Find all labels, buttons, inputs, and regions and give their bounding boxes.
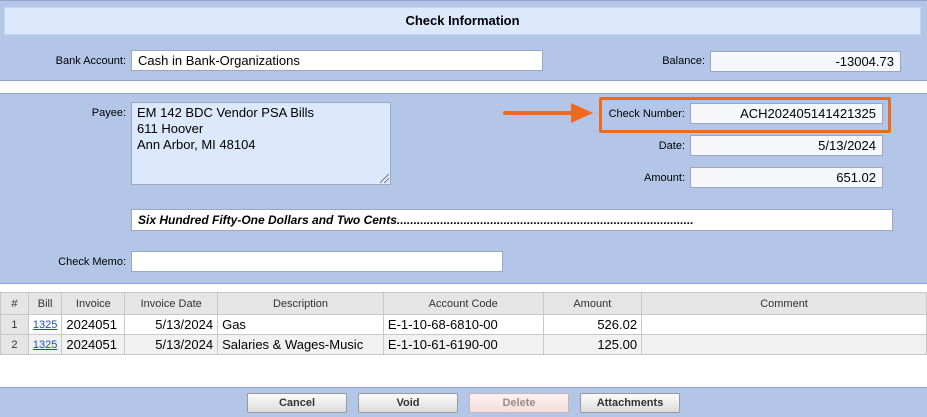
- action-bar: Cancel Void Delete Attachments: [0, 387, 927, 417]
- bank-account-label: Bank Account:: [55, 55, 126, 67]
- page-title: Check Information: [4, 7, 921, 35]
- balance-field: -13004.73: [710, 51, 901, 72]
- description-cell: Gas: [217, 314, 384, 335]
- table-row[interactable]: 1 1325 2024051 5/13/2024 Gas E-1-10-68-6…: [0, 314, 927, 335]
- bill-link[interactable]: 1325: [33, 319, 57, 331]
- amount-cell: 125.00: [542, 334, 643, 355]
- date-field[interactable]: 5/13/2024: [690, 135, 883, 156]
- col-header-amount[interactable]: Amount: [542, 292, 643, 315]
- col-header-invoice-date[interactable]: Invoice Date: [124, 292, 219, 315]
- bill-link[interactable]: 1325: [33, 339, 57, 351]
- delete-button[interactable]: Delete: [469, 393, 569, 413]
- col-header-invoice[interactable]: Invoice: [61, 292, 126, 315]
- check-memo-field[interactable]: [131, 251, 503, 272]
- bill-link-cell: 1325: [27, 334, 63, 355]
- account-code-cell: E-1-10-68-6810-00: [382, 314, 544, 335]
- col-header-number[interactable]: #: [0, 292, 29, 315]
- void-button[interactable]: Void: [358, 393, 458, 413]
- cancel-button[interactable]: Cancel: [247, 393, 347, 413]
- check-info-header-panel: Check Information Bank Account: Cash in …: [0, 0, 927, 81]
- col-header-bill[interactable]: Bill: [27, 292, 63, 315]
- table-header-row: # Bill Invoice Invoice Date Description …: [0, 292, 927, 315]
- amount-cell: 526.02: [542, 314, 643, 335]
- table-row[interactable]: 2 1325 2024051 5/13/2024 Salaries & Wage…: [0, 334, 927, 355]
- resize-handle-icon[interactable]: [380, 174, 389, 183]
- invoice-cell: 2024051: [61, 314, 126, 335]
- invoice-date-cell: 5/13/2024: [124, 334, 219, 355]
- bank-account-field[interactable]: Cash in Bank-Organizations: [131, 50, 543, 71]
- col-header-account-code[interactable]: Account Code: [382, 292, 544, 315]
- payee-textarea[interactable]: EM 142 BDC Vendor PSA Bills 611 Hoover A…: [131, 102, 391, 185]
- arrow-right-icon: [503, 103, 593, 123]
- bill-link-cell: 1325: [27, 314, 63, 335]
- check-memo-label: Check Memo:: [58, 256, 126, 268]
- check-number-label: Check Number:: [608, 108, 685, 120]
- col-header-comment[interactable]: Comment: [641, 292, 927, 315]
- amount-in-words: Six Hundred Fifty-One Dollars and Two Ce…: [131, 209, 893, 231]
- balance-label: Balance:: [662, 55, 705, 67]
- row-number: 1: [0, 314, 29, 335]
- invoice-date-cell: 5/13/2024: [124, 314, 219, 335]
- comment-cell: [641, 334, 927, 355]
- check-number-field: ACH202405141421325: [690, 103, 883, 124]
- col-header-description[interactable]: Description: [217, 292, 384, 315]
- amount-field[interactable]: 651.02: [690, 167, 883, 188]
- payee-line-2: 611 Hoover: [137, 121, 204, 136]
- description-cell: Salaries & Wages-Music: [217, 334, 384, 355]
- date-label: Date:: [658, 140, 685, 152]
- payee-line-1: EM 142 BDC Vendor PSA Bills: [137, 105, 315, 120]
- amount-label: Amount:: [644, 172, 685, 184]
- invoice-cell: 2024051: [61, 334, 126, 355]
- payee-label: Payee:: [91, 107, 126, 119]
- comment-cell: [641, 314, 927, 335]
- row-number: 2: [0, 334, 29, 355]
- bill-lines-table: # Bill Invoice Invoice Date Description …: [0, 292, 927, 355]
- payee-line-3: Ann Arbor, MI 48104: [137, 137, 256, 152]
- attachments-button[interactable]: Attachments: [580, 393, 680, 413]
- account-code-cell: E-1-10-61-6190-00: [382, 334, 544, 355]
